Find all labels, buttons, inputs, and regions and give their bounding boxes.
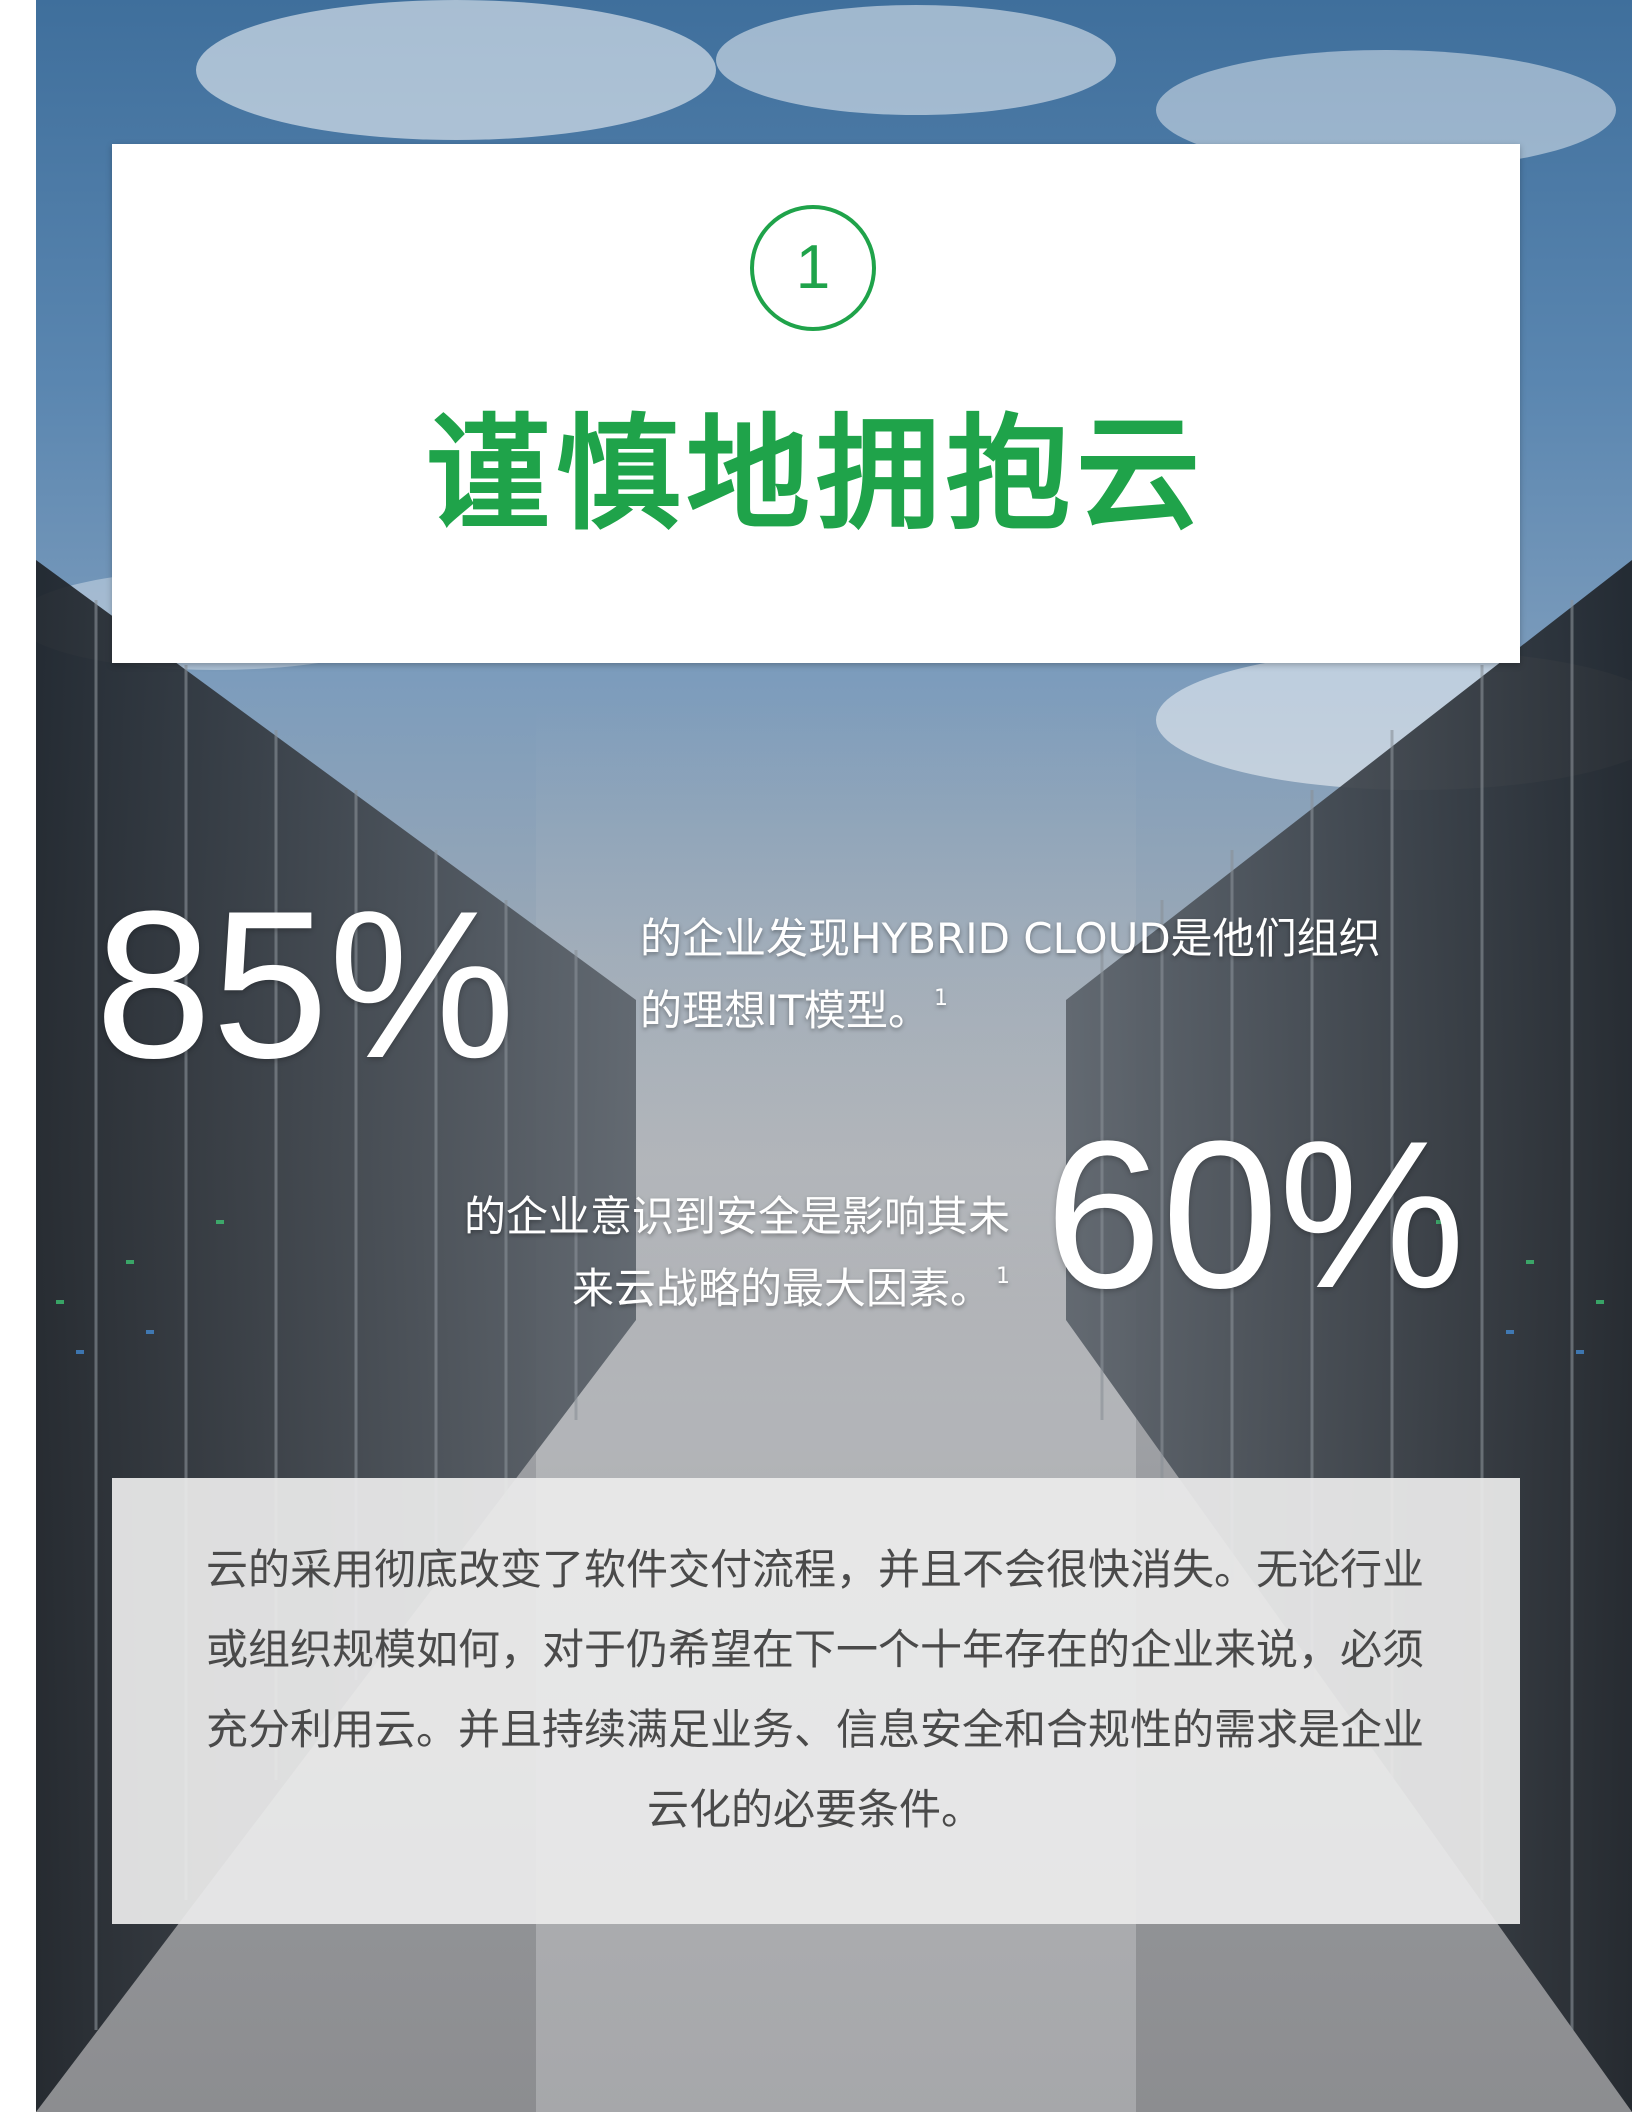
page-title: 谨慎地拥抱云 [425,403,1206,547]
stat-description-line: 来云战略的最大因素。 1 [360,1247,1010,1319]
footnote-marker: 1 [996,1264,1010,1289]
section-number-badge: 1 [750,205,876,331]
stat-description-line: 的企业发现HYBRID CLOUD是他们组织 [640,914,1381,963]
stat-description-85: 的企业发现HYBRID CLOUD是他们组织 的理想IT模型。 1 [640,909,1520,1041]
stat-value-85: 85% [95,867,516,1102]
stat-description-line: 的企业意识到安全是影响其未 [463,1192,1010,1241]
stat-description-line: 的理想IT模型。 1 [640,969,1520,1041]
footnote-marker: 1 [934,986,949,1011]
summary-paragraph: 云的采用彻底改变了软件交付流程，并且不会很快消失。无论行业或组织规模如何，对于仍… [205,1545,1424,1834]
stat-description-60: 的企业意识到安全是影响其未 来云战略的最大因素。 1 [360,1187,1010,1319]
stat-description-text: 的理想IT模型。 [640,986,931,1035]
stat-value-60: 60% [1045,1097,1466,1332]
stat-description-text: 来云战略的最大因素。 [571,1264,992,1313]
